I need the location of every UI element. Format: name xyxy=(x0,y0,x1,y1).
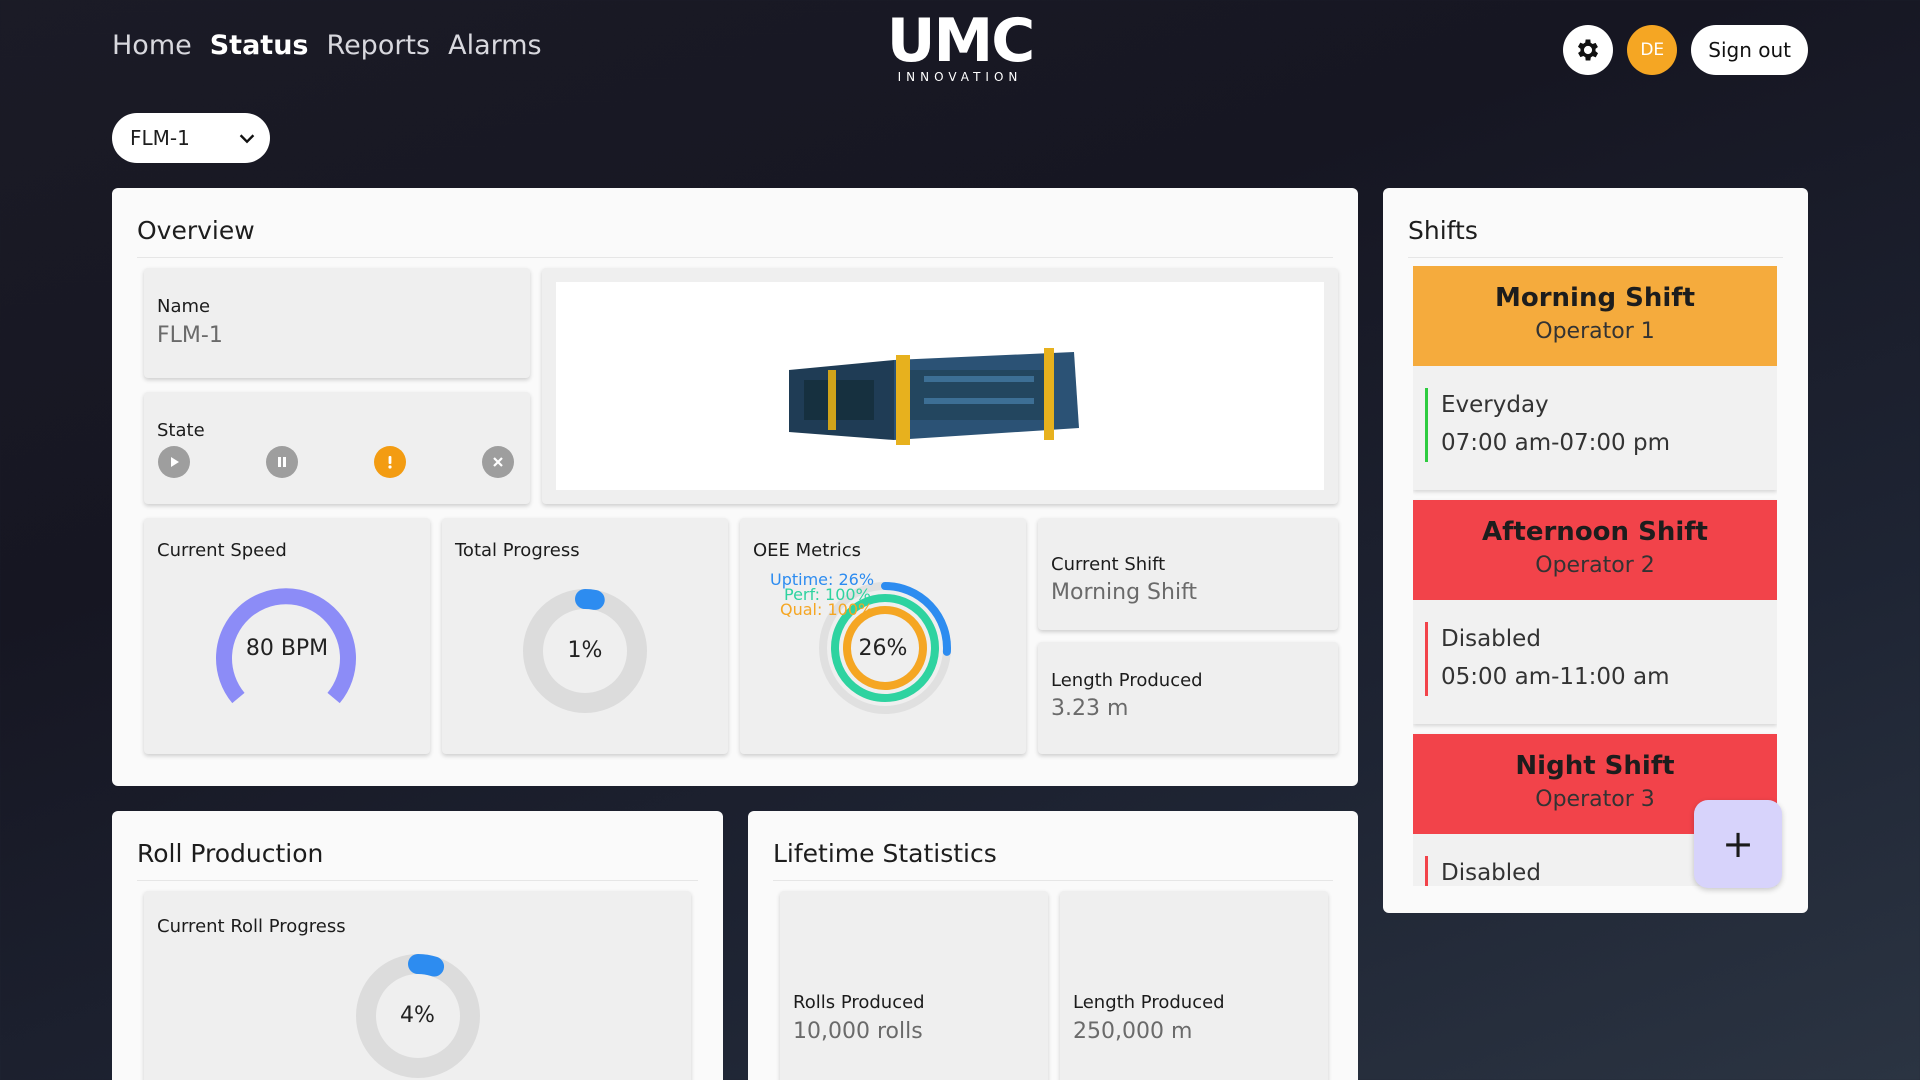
shift-status-bar xyxy=(1425,388,1428,462)
length-value: 3.23 m xyxy=(1051,696,1129,721)
add-shift-button[interactable]: + xyxy=(1694,800,1782,888)
oee-value: 26% xyxy=(858,636,908,661)
nav-home[interactable]: Home xyxy=(112,30,192,61)
overview-title: Overview xyxy=(137,216,1333,258)
nav-alarms[interactable]: Alarms xyxy=(448,30,542,61)
machine-image-frame xyxy=(556,282,1324,490)
warning-icon[interactable] xyxy=(374,446,406,478)
overview-card: Overview Name FLM-1 State Current Speed … xyxy=(112,188,1358,786)
roll-progress-label: Current Roll Progress xyxy=(157,916,346,937)
current-speed-tile: Current Speed 80 BPM xyxy=(144,518,430,754)
machine-select-value: FLM-1 xyxy=(130,126,190,150)
current-shift-label: Current Shift xyxy=(1051,554,1166,575)
name-value: FLM-1 xyxy=(157,323,223,348)
shift-details: Everyday 07:00 am-07:00 pm xyxy=(1413,366,1777,490)
shift-days: Everyday xyxy=(1441,392,1549,418)
main-nav: Home Status Reports Alarms xyxy=(112,30,542,61)
pause-icon[interactable] xyxy=(266,446,298,478)
length-produced-tile: Length Produced 3.23 m xyxy=(1038,642,1338,754)
name-label: Name xyxy=(157,296,211,317)
shift-name: Morning Shift xyxy=(1494,283,1696,313)
avatar[interactable]: DE xyxy=(1627,25,1678,75)
rolls-produced-value: 10,000 rolls xyxy=(793,1019,923,1044)
lifetime-length-label: Length Produced xyxy=(1073,992,1225,1013)
oee-qual-label: Qual: 100% xyxy=(780,600,874,619)
shift-status-bar xyxy=(1425,856,1428,886)
header-actions: DE Sign out xyxy=(1563,25,1808,75)
lifetime-statistics-card: Lifetime Statistics Rolls Produced 10,00… xyxy=(748,811,1358,1080)
play-icon[interactable] xyxy=(158,446,190,478)
roll-production-card: Roll Production Current Roll Progress 4% xyxy=(112,811,723,1080)
rolls-produced-tile: Rolls Produced 10,000 rolls xyxy=(780,891,1048,1080)
current-shift-value: Morning Shift xyxy=(1051,580,1198,605)
roll-progress-tile: Current Roll Progress 4% xyxy=(144,891,691,1080)
machine-select[interactable]: FLM-1 xyxy=(112,113,270,163)
stop-icon[interactable] xyxy=(482,446,514,478)
speed-label: Current Speed xyxy=(157,540,287,561)
shift-operator: Operator 2 xyxy=(1535,553,1655,578)
machine-image xyxy=(789,348,1079,445)
logo-subtitle: INNOVATION xyxy=(897,70,1023,84)
shifts-title: Shifts xyxy=(1408,216,1783,258)
shift-days: Disabled xyxy=(1441,626,1541,652)
rolls-produced-label: Rolls Produced xyxy=(793,992,925,1013)
shift-operator: Operator 1 xyxy=(1535,319,1655,344)
shift-card-afternoon[interactable]: Afternoon Shift Operator 2 Disabled 05:0… xyxy=(1413,500,1777,724)
roll-progress-value: 4% xyxy=(400,1003,435,1028)
current-shift-tile: Current Shift Morning Shift xyxy=(1038,518,1338,630)
state-label: State xyxy=(157,420,205,441)
oee-tile: OEE Metrics Uptime: 26% Perf: 100% Qual:… xyxy=(740,518,1026,754)
lifetime-title: Lifetime Statistics xyxy=(773,839,1333,881)
shift-hours: 05:00 am-11:00 am xyxy=(1441,664,1670,690)
shift-header: Morning Shift Operator 1 xyxy=(1413,266,1777,366)
shift-name: Night Shift xyxy=(1515,751,1675,781)
nav-reports[interactable]: Reports xyxy=(327,30,431,61)
shifts-list[interactable]: Morning Shift Operator 1 Everyday 07:00 … xyxy=(1413,266,1777,886)
shift-card-morning[interactable]: Morning Shift Operator 1 Everyday 07:00 … xyxy=(1413,266,1777,490)
umc-logo[interactable]: UMC INNOVATION xyxy=(884,10,1036,84)
progress-value: 1% xyxy=(567,638,603,663)
shift-status-bar xyxy=(1425,622,1428,696)
settings-button[interactable] xyxy=(1563,25,1614,75)
speed-value: 80 BPM xyxy=(245,636,329,661)
lifetime-length-tile: Length Produced 250,000 m xyxy=(1060,891,1328,1080)
state-tile: State xyxy=(144,392,530,504)
shift-hours: 07:00 am-07:00 pm xyxy=(1441,430,1670,456)
shift-details: Disabled 05:00 am-11:00 am xyxy=(1413,600,1777,724)
total-progress-tile: Total Progress 1% xyxy=(442,518,728,754)
machine-image-tile xyxy=(542,268,1338,504)
length-label: Length Produced xyxy=(1051,670,1203,691)
name-tile: Name FLM-1 xyxy=(144,268,530,378)
shift-days: Disabled xyxy=(1441,860,1541,886)
sign-out-button[interactable]: Sign out xyxy=(1691,25,1808,75)
logo-mark: UMC xyxy=(886,6,1035,76)
nav-status[interactable]: Status xyxy=(210,30,309,61)
chevron-down-icon xyxy=(239,134,255,144)
shift-header: Afternoon Shift Operator 2 xyxy=(1413,500,1777,600)
progress-label: Total Progress xyxy=(455,540,580,561)
shift-name: Afternoon Shift xyxy=(1481,517,1708,547)
oee-label: OEE Metrics xyxy=(753,540,861,561)
roll-production-title: Roll Production xyxy=(137,839,698,881)
lifetime-length-value: 250,000 m xyxy=(1073,1019,1193,1044)
gear-icon xyxy=(1578,39,1599,61)
